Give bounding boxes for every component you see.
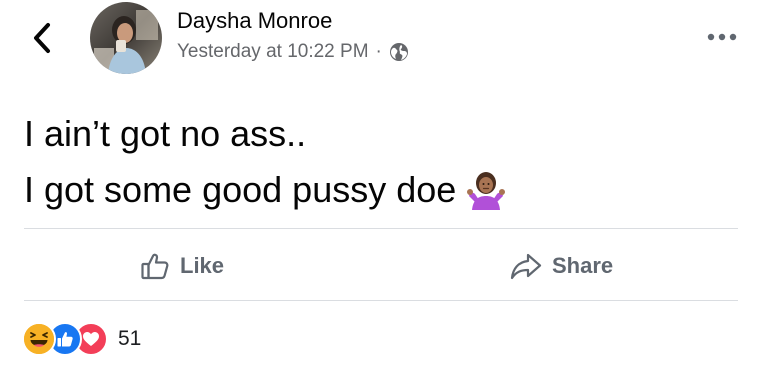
author-name[interactable]: Daysha Monroe (177, 8, 332, 34)
share-arrow-icon (510, 252, 542, 280)
ellipsis-icon (707, 33, 737, 41)
person-shrugging-emoji (467, 172, 506, 210)
post-container: Daysha Monroe Yesterday at 10:22 PM · I … (0, 0, 760, 380)
avatar-image (90, 2, 162, 74)
post-meta: Yesterday at 10:22 PM · (177, 41, 409, 63)
reaction-count: 51 (118, 327, 142, 350)
globe-icon (389, 43, 408, 61)
reactions-summary[interactable]: 51 (22, 322, 141, 356)
avatar[interactable] (90, 2, 162, 74)
post-text-line-2: I got some good pussy doe (24, 162, 744, 218)
share-label: Share (552, 253, 614, 278)
divider-bottom (24, 300, 738, 301)
like-label: Like (180, 253, 225, 278)
haha-reaction-icon (22, 322, 56, 356)
share-button[interactable]: Share (510, 248, 613, 284)
post-text-line-1: I ain’t got no ass.. (24, 113, 307, 154)
thumbs-up-icon (140, 251, 170, 281)
meta-separator: · (375, 41, 382, 62)
chevron-left-icon (34, 23, 50, 53)
like-button[interactable]: Like (140, 248, 224, 284)
post-timestamp[interactable]: Yesterday at 10:22 PM (177, 41, 369, 63)
divider-top (24, 228, 738, 229)
post-text: I ain’t got no ass.. I got some good pus… (24, 106, 744, 218)
post-text-line-2-text: I got some good pussy doe (24, 169, 457, 210)
more-options-button[interactable] (702, 22, 742, 52)
back-button[interactable] (22, 18, 62, 58)
